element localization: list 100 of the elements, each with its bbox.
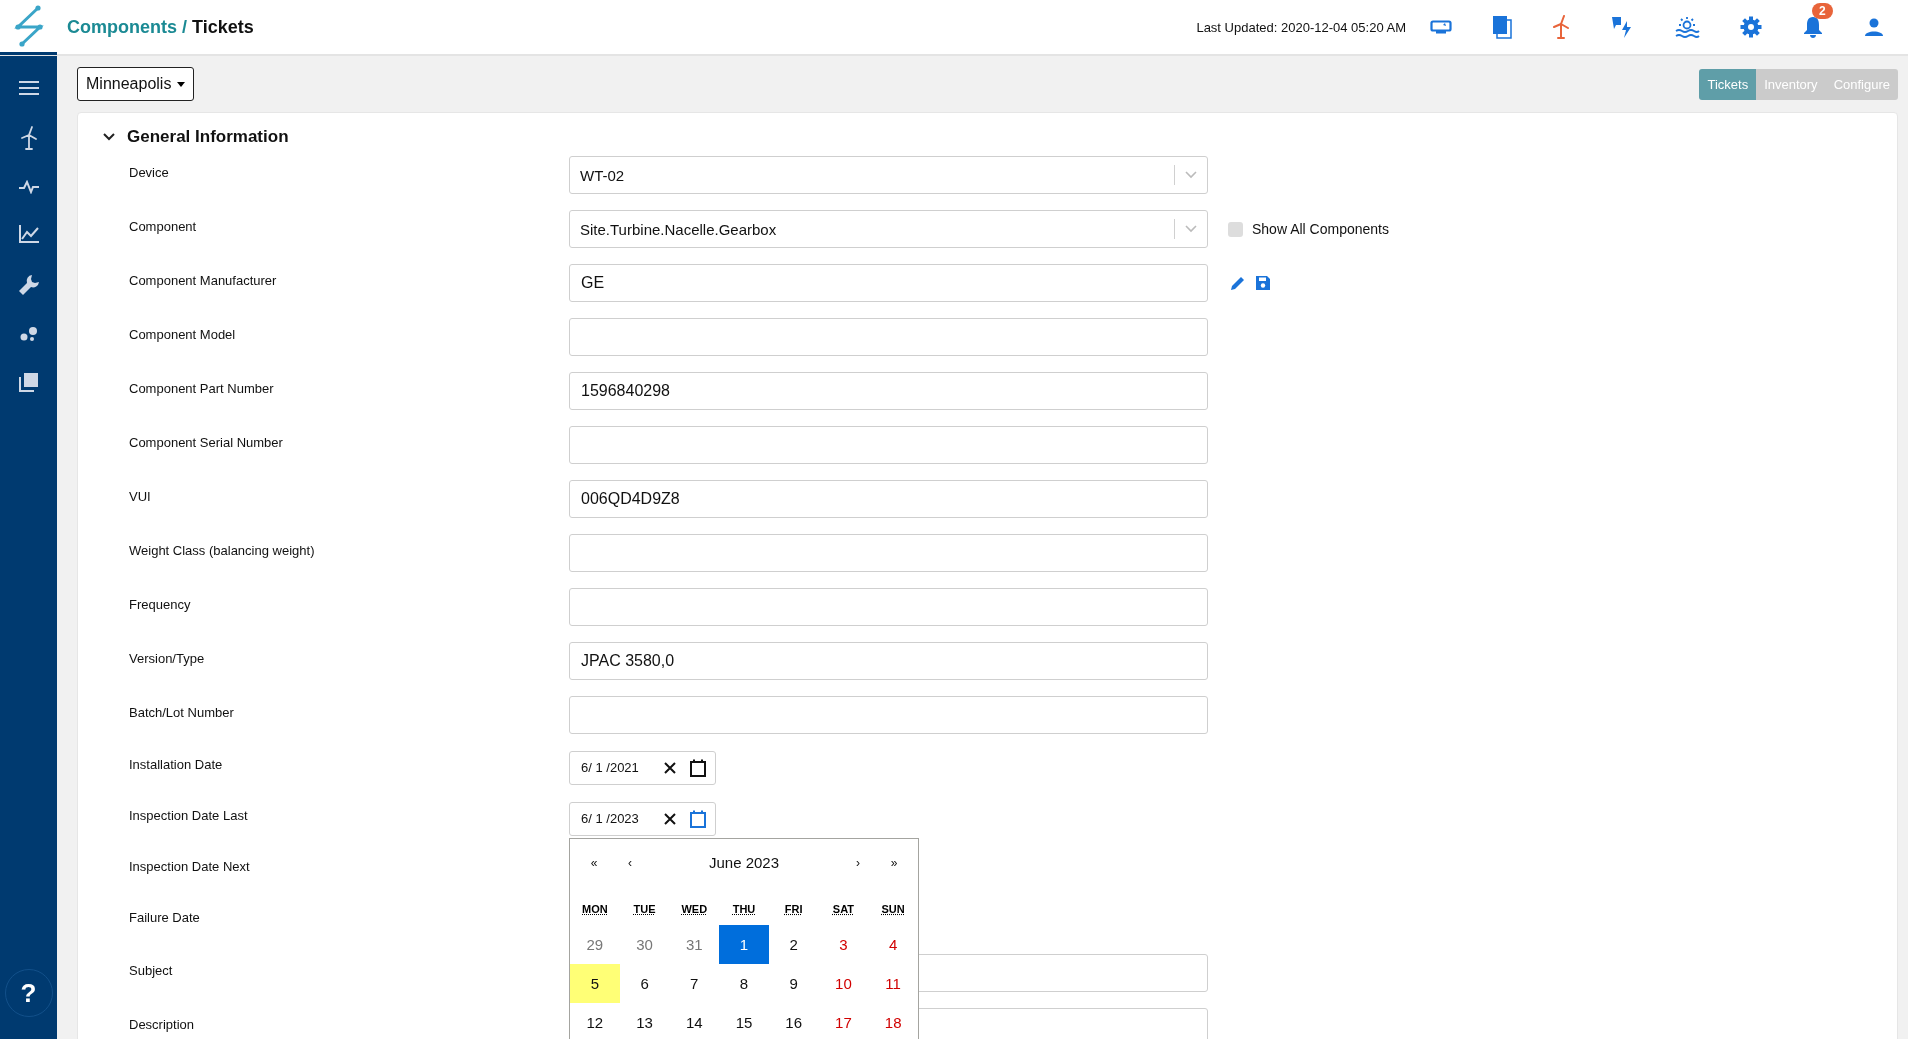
calendar-day[interactable]: 7 xyxy=(669,963,720,1003)
monitor-icon[interactable] xyxy=(1430,20,1452,34)
clear-icon[interactable] xyxy=(663,760,677,775)
weekday-label: SAT xyxy=(831,901,855,917)
calendar-day[interactable]: 4 xyxy=(868,924,918,964)
date-value: 6/ 1 /2021 xyxy=(581,760,640,775)
wind-turbine-icon[interactable] xyxy=(20,126,37,150)
field-label: Installation Date xyxy=(129,757,224,772)
last-updated-text: Last Updated: 2020-12-04 05:20 AM xyxy=(1196,19,1406,35)
pencil-icon[interactable] xyxy=(1230,275,1246,291)
text-field[interactable]: GE xyxy=(569,264,1208,302)
field-label: Device xyxy=(129,164,170,180)
field-label: Weight Class (balancing weight) xyxy=(129,542,316,558)
field-label: Component Manufacturer xyxy=(129,272,278,288)
chevron-down-icon[interactable] xyxy=(103,132,115,141)
previous-month-button[interactable]: ‹ xyxy=(612,854,648,871)
previous-year-button[interactable]: « xyxy=(576,854,612,871)
date-field[interactable]: 6/ 1 /2021 xyxy=(569,750,716,785)
weekday-label: MON xyxy=(581,901,609,917)
text-field[interactable] xyxy=(569,426,1208,464)
clear-icon[interactable] xyxy=(663,811,677,826)
text-field[interactable]: 1596840298 xyxy=(569,372,1208,410)
checkbox[interactable] xyxy=(1228,221,1243,237)
field-label: Version/Type xyxy=(129,650,206,666)
field-label: Component Model xyxy=(129,326,237,342)
calendar-day[interactable]: 31 xyxy=(669,924,720,964)
user-icon[interactable] xyxy=(1864,17,1884,37)
calendar-day[interactable]: 14 xyxy=(669,1002,720,1039)
calendar-day[interactable]: 17 xyxy=(818,1002,869,1039)
field-label: Component Serial Number xyxy=(129,434,284,450)
select-field[interactable]: WT-02 xyxy=(569,156,1208,194)
flag-bolt-icon[interactable] xyxy=(1610,15,1634,39)
calendar-day[interactable]: 16 xyxy=(768,1002,819,1039)
chevron-down-icon xyxy=(1185,171,1197,179)
text-field[interactable] xyxy=(569,588,1208,626)
calendar-day[interactable]: 10 xyxy=(818,963,869,1003)
calendar-day[interactable]: 11 xyxy=(868,963,918,1003)
wrench-icon[interactable] xyxy=(17,274,40,296)
select-value: WT-02 xyxy=(580,166,626,184)
calendar-day[interactable]: 6 xyxy=(619,963,670,1003)
calendar-day[interactable]: 1 xyxy=(719,924,769,964)
sun-waves-icon[interactable] xyxy=(1674,16,1700,38)
field-label: Subject xyxy=(129,962,174,978)
calendar-day[interactable]: 9 xyxy=(768,963,819,1003)
field-label: Component Part Number xyxy=(129,380,275,396)
field-label: Inspection Date Next xyxy=(129,859,251,874)
calendar-day[interactable]: 5 xyxy=(570,963,620,1003)
breadcrumb-link[interactable]: Components xyxy=(67,16,177,38)
text-field[interactable] xyxy=(569,534,1208,572)
field-label: VUI xyxy=(129,488,152,504)
next-month-button[interactable]: › xyxy=(840,854,876,871)
pulse-icon[interactable] xyxy=(17,180,40,194)
weekday-label: THU xyxy=(731,901,757,917)
text-field[interactable] xyxy=(569,318,1208,356)
lightning-logo-icon[interactable] xyxy=(13,4,44,47)
weekday-label: SUN xyxy=(880,901,906,917)
dots-icon[interactable] xyxy=(18,326,39,342)
weekday-label: WED xyxy=(680,901,709,917)
calendar-day[interactable]: 8 xyxy=(719,963,769,1003)
select-value: Site.Turbine.Nacelle.Gearbox xyxy=(580,220,778,238)
section-title[interactable]: General Information xyxy=(127,126,289,147)
notification-count-badge: 2 xyxy=(1812,3,1833,19)
breadcrumb-current: Tickets xyxy=(192,16,254,38)
text-field[interactable]: JPAC 3580,0 xyxy=(569,642,1208,680)
field-label: Component xyxy=(129,218,198,234)
chevron-down-icon xyxy=(1185,225,1197,233)
help-button[interactable]: ? xyxy=(4,969,53,1017)
wind-turbine-icon[interactable] xyxy=(1552,15,1570,39)
books-icon[interactable] xyxy=(18,372,39,392)
calendar-day[interactable]: 18 xyxy=(868,1002,918,1039)
weekday-label: TUE xyxy=(632,901,657,917)
calendar-day[interactable]: 12 xyxy=(570,1002,620,1039)
field-label: Failure Date xyxy=(129,910,201,925)
month-title[interactable]: June 2023 xyxy=(648,853,840,872)
calendar-day[interactable]: 2 xyxy=(768,924,819,964)
field-label: Inspection Date Last xyxy=(129,808,249,823)
site-dropdown[interactable]: Minneapolis xyxy=(77,67,195,101)
settings-icon[interactable] xyxy=(1740,16,1762,38)
next-year-button[interactable]: » xyxy=(876,854,912,871)
text-field[interactable]: 006QD4D9Z8 xyxy=(569,480,1208,518)
line-chart-icon[interactable] xyxy=(17,224,40,244)
menu-icon[interactable] xyxy=(17,80,40,96)
date-field[interactable]: 6/ 1 /2023 xyxy=(569,801,716,836)
calendar-day[interactable]: 3 xyxy=(818,924,869,964)
weekday-label: FRI xyxy=(783,901,804,917)
date-value: 6/ 1 /2023 xyxy=(581,811,640,826)
calendar-icon[interactable] xyxy=(689,758,707,777)
checkbox-label[interactable]: Show All Components xyxy=(1252,221,1389,237)
field-label: Batch/Lot Number xyxy=(129,704,235,720)
calendar-day[interactable]: 30 xyxy=(619,924,670,964)
text-field[interactable] xyxy=(569,696,1208,734)
breadcrumb-separator: / xyxy=(182,16,187,38)
documents-icon[interactable] xyxy=(1492,15,1512,39)
calendar-day[interactable]: 15 xyxy=(719,1002,769,1039)
caret-icon xyxy=(177,81,186,87)
calendar-day[interactable]: 13 xyxy=(619,1002,670,1039)
notification-bell-icon[interactable] xyxy=(1802,15,1824,39)
save-icon[interactable] xyxy=(1255,275,1271,291)
calendar-day[interactable]: 29 xyxy=(570,924,620,964)
select-field[interactable]: Site.Turbine.Nacelle.Gearbox xyxy=(569,210,1208,248)
